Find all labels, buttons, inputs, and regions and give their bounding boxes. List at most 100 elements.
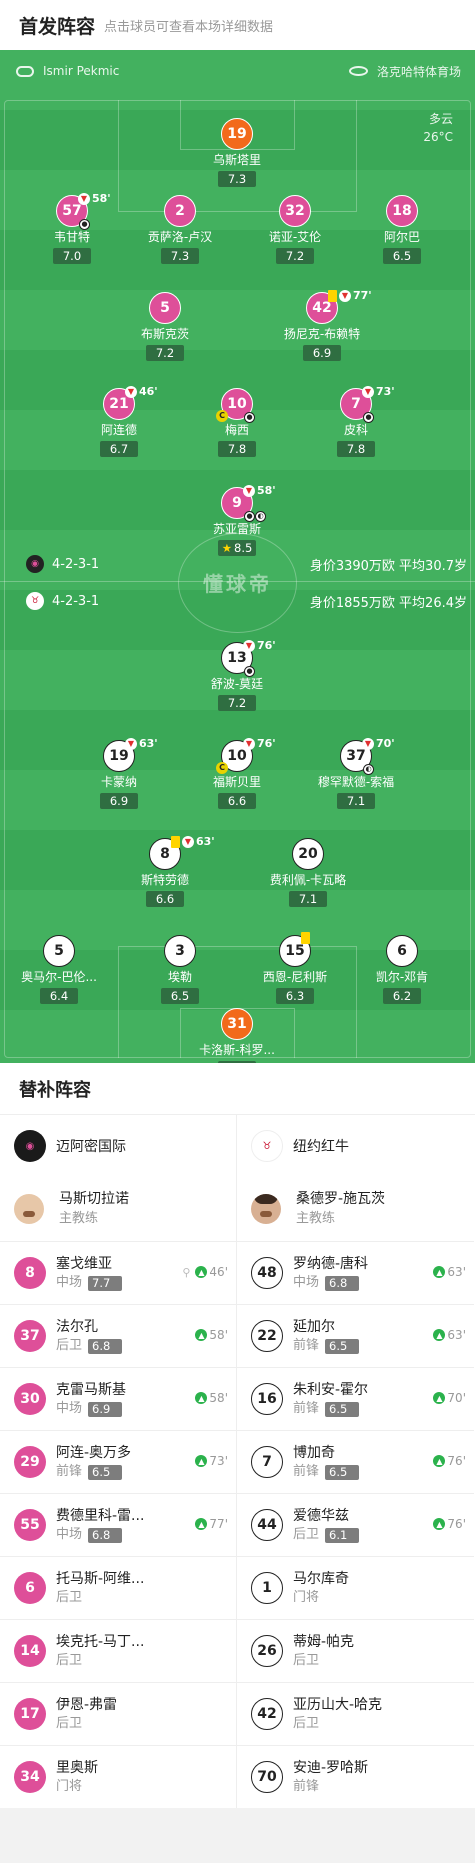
substitution-out-icon: ▼ <box>182 835 194 848</box>
away-sub-row[interactable]: 48 罗纳德-唐科 中场 6.8 ▲ 63' <box>237 1241 474 1304</box>
player-rating: 6.6 <box>146 891 184 907</box>
substitution-out-icon: ▼ <box>362 385 374 398</box>
player-name: 贡萨洛-卢汉 <box>147 230 213 244</box>
sub-in-minute: 63' <box>447 1265 466 1279</box>
substitutes-title: 替补阵容 <box>0 1063 475 1115</box>
yellow-card-icon <box>171 835 180 848</box>
home-player[interactable]: 57 ▼ 58' ● 韦甘特 7.0 <box>17 192 127 264</box>
player-number-badge: 7 ▼ 73' ● <box>340 385 395 423</box>
home-sub-row[interactable]: 55 费德里科-雷... 中场 6.8 ▲ 77' <box>0 1493 236 1556</box>
home-sub-row[interactable]: 30 克雷马斯基 中场 6.9 ▲ 58' <box>0 1367 236 1430</box>
captain-armband-icon: C <box>216 410 228 422</box>
player-rating: 7.8 <box>337 441 375 457</box>
inter-miami-logo-icon: ◉ <box>14 1130 46 1162</box>
away-player[interactable]: 20 费利佩-卡瓦略 7.1 <box>253 838 363 907</box>
away-player[interactable]: 8 ▼ 63' 斯特劳德 6.6 <box>110 835 220 907</box>
assist-boot-icon: ⚲ <box>182 1265 191 1279</box>
away-sub-row[interactable]: 16 朱利安-霍尔 前锋 6.5 ▲ 70' <box>237 1367 474 1430</box>
player-events: ▼ 73' <box>362 385 395 398</box>
assist-boot-icon: ◐ <box>363 764 374 775</box>
sub-name: 埃克托-马丁... <box>56 1634 145 1650</box>
away-coach-row[interactable]: 桑德罗-施瓦茨 主教练 <box>237 1177 474 1241</box>
player-number-badge: 5 <box>43 935 75 967</box>
player-rating: 6.2 <box>383 988 421 1004</box>
player-rating-wrap: 7.0 <box>17 245 127 264</box>
away-player[interactable]: 6 凯尔-邓肯 6.2 <box>347 935 457 1004</box>
sub-rating: 6.5 <box>325 1338 360 1354</box>
player-name: 布斯克茨 <box>140 327 189 341</box>
sub-in-info: ▲ 58' <box>195 1328 228 1342</box>
away-player[interactable]: 10 ▼ 76' C 福斯贝里 6.6 <box>182 737 292 809</box>
sub-number-badge: 70 <box>251 1761 283 1793</box>
home-player[interactable]: 5 布斯克茨 7.2 <box>110 292 220 361</box>
player-rating-wrap: 7.3 <box>125 245 235 264</box>
home-player[interactable]: 2 贡萨洛-卢汉 7.3 <box>125 195 235 264</box>
rating-value: 7.2 <box>227 696 247 710</box>
sub-info: 伊恩-弗雷 后卫 <box>56 1695 236 1733</box>
away-sub-row[interactable]: 7 博加奇 前锋 6.5 ▲ 76' <box>237 1430 474 1493</box>
home-sub-row[interactable]: 8 塞戈维亚 中场 7.7 ⚲ ▲ 46' <box>0 1241 236 1304</box>
sub-name: 亚历山大-哈克 <box>293 1697 383 1713</box>
substitution-out-icon: ▼ <box>125 737 137 750</box>
home-player[interactable]: 19 乌斯塔里 7.3 <box>182 118 292 187</box>
away-sub-row[interactable]: 42 亚历山大-哈克 后卫 <box>237 1682 474 1745</box>
home-sub-row[interactable]: 34 里奥斯 门将 <box>0 1745 236 1808</box>
sub-minute: 58' <box>92 192 111 205</box>
player-number-badge: 9 ▼ 58' ● ◐ <box>221 484 276 522</box>
away-player[interactable]: 37 ▼ 70' ◐ 穆罕默德-索福 7.1 <box>301 737 411 809</box>
away-player[interactable]: 31 卡洛斯-科罗... 6.3 <box>182 1008 292 1063</box>
away-player[interactable]: 19 ▼ 63' 卡蒙纳 6.9 <box>64 737 174 809</box>
away-player[interactable]: 15 西恩-尼利斯 6.3 <box>240 932 350 1004</box>
sub-position: 后卫 <box>56 1590 83 1605</box>
home-team-row[interactable]: ◉ 迈阿密国际 <box>0 1115 236 1177</box>
home-player[interactable]: 32 诺亚-艾伦 7.2 <box>240 195 350 264</box>
home-sub-row[interactable]: 29 阿连-奥万多 前锋 6.5 ▲ 73' <box>0 1430 236 1493</box>
home-player[interactable]: 21 ▼ 46' 阿连德 6.7 <box>64 385 174 457</box>
away-sub-row[interactable]: 22 延加尔 前锋 6.5 ▲ 63' <box>237 1304 474 1367</box>
player-rating: 7.1 <box>337 793 375 809</box>
away-sub-row[interactable]: 70 安迪-罗哈斯 前锋 <box>237 1745 474 1808</box>
sub-name: 蒂姆-帕克 <box>293 1634 355 1650</box>
player-name: 韦甘特 <box>53 230 90 244</box>
home-sub-row[interactable]: 37 法尔孔 后卫 6.8 ▲ 58' <box>0 1304 236 1367</box>
player-rating: 7.2 <box>218 695 256 711</box>
sub-minute: 77' <box>353 289 372 302</box>
player-number-badge: 5 <box>149 292 181 324</box>
sub-rating: 6.8 <box>325 1275 360 1291</box>
rating-value: 6.7 <box>109 442 129 456</box>
sub-rating: 6.9 <box>88 1401 123 1417</box>
sub-number-badge: 48 <box>251 1257 283 1289</box>
away-sub-row[interactable]: 1 马尔库奇 门将 <box>237 1556 474 1619</box>
sub-name: 安迪-罗哈斯 <box>293 1760 369 1776</box>
player-rating: 7.1 <box>289 891 327 907</box>
away-sub-row[interactable]: 26 蒂姆-帕克 后卫 <box>237 1619 474 1682</box>
player-events: ▼ 63' <box>125 737 158 750</box>
sub-meta: 后卫 <box>56 1652 236 1670</box>
star-icon: ★ <box>221 541 232 555</box>
home-coach-row[interactable]: 马斯切拉诺 主教练 <box>0 1177 236 1241</box>
sub-number-badge: 1 <box>251 1572 283 1604</box>
home-player[interactable]: 18 阿尔巴 6.5 <box>347 195 457 264</box>
away-player[interactable]: 3 埃勒 6.5 <box>125 935 235 1004</box>
player-rating: 7.2 <box>276 248 314 264</box>
sub-minute: 63' <box>196 835 215 848</box>
home-player[interactable]: 10 ● C 梅西 7.8 <box>182 388 292 457</box>
home-player[interactable]: 7 ▼ 73' ● 皮科 7.8 <box>301 385 411 457</box>
rating-value: 8.5 <box>234 541 253 555</box>
away-player[interactable]: 5 奥马尔-巴伦... 6.4 <box>4 935 114 1004</box>
away-player[interactable]: 13 ▼ 76' ● 舒波-莫廷 7.2 <box>182 639 292 711</box>
player-name: 扬尼克-布赖特 <box>283 327 361 341</box>
home-sub-row[interactable]: 17 伊恩-弗雷 后卫 <box>0 1682 236 1745</box>
sub-name: 博加奇 <box>293 1445 335 1461</box>
home-player[interactable]: 9 ▼ 58' ● ◐ 苏亚雷斯 ★ 8.5 <box>182 484 292 556</box>
sub-position: 后卫 <box>293 1653 320 1668</box>
substitution-in-icon: ▲ <box>195 1455 208 1467</box>
player-name: 埃勒 <box>167 970 192 984</box>
away-team-row[interactable]: ♉ 纽约红牛 <box>237 1115 474 1177</box>
home-sub-row[interactable]: 14 埃克托-马丁... 后卫 <box>0 1619 236 1682</box>
home-player[interactable]: 42 ▼ 77' 扬尼克-布赖特 6.9 <box>267 289 377 361</box>
home-sub-row[interactable]: 6 托马斯-阿维... 后卫 <box>0 1556 236 1619</box>
away-sub-row[interactable]: 44 爱德华兹 后卫 6.1 ▲ 76' <box>237 1493 474 1556</box>
player-rating-wrap: 6.3 <box>182 1058 292 1063</box>
player-name: 奥马尔-巴伦... <box>21 970 97 984</box>
